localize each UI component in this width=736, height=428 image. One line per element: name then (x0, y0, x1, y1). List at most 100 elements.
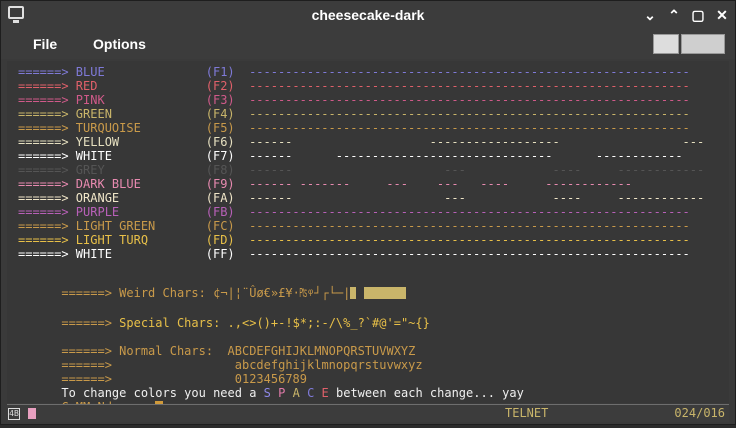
color-row-name: BLUE (75, 65, 105, 79)
special-chars: .,<>()+-!$*;:-/\%_?`#@'="~{} (227, 316, 430, 330)
color-row-code: (F5) (205, 121, 235, 135)
color-row: ======> ORANGE (FA) ------ --- ---- ------… (18, 191, 704, 205)
title-bar: cheesecake-dark ⌄ ⌃ ▢ ✕ (1, 1, 735, 31)
minimize-button[interactable]: ⌃ (667, 7, 681, 23)
color-row-name: YELLOW (75, 135, 120, 149)
color-row-dashes: ------ --- ---- ------------ (249, 163, 705, 177)
color-row-name: PURPLE (75, 205, 120, 219)
color-row: ======> DARK BLUE (F9) ------ ------- --- … (18, 177, 632, 191)
color-row-dashes: ----------------------------------------… (249, 247, 690, 261)
keyboard-status-icon: 4B (8, 408, 20, 420)
color-row-dashes: ----------------------------------------… (249, 79, 690, 93)
color-row-arrow: ======> (18, 107, 76, 121)
weird-chars: ¢¬|¦¨Ûø€»£¥·₧ᵠ┘┌└─| (213, 286, 351, 300)
color-row-arrow: ======> (18, 205, 76, 219)
color-row-code: (F3) (205, 93, 235, 107)
color-row-dashes: ----------------------------------------… (249, 121, 690, 135)
color-row-arrow: ======> (18, 93, 76, 107)
color-row-code: (F2) (205, 79, 235, 93)
status-indicator (28, 408, 36, 419)
color-row: ======> BLUE (F1) ------------------------… (18, 65, 690, 79)
weird-arrow: ======> (61, 286, 120, 300)
toolbar (653, 34, 725, 54)
color-row-arrow: ======> (18, 247, 76, 261)
space-letter: P (278, 386, 286, 400)
color-row-arrow: ======> (18, 163, 76, 177)
color-row-name: LIGHT TURQ (75, 233, 149, 247)
cursor-position: 024/016 (674, 406, 725, 420)
color-row-dashes: ----------------------------------------… (249, 219, 690, 233)
color-row: ======> WHITE (FF) -----------------------… (18, 247, 690, 261)
space-letter: C (307, 386, 315, 400)
status-bar: 4B TELNET 024/016 (7, 404, 729, 422)
color-row-arrow: ======> (18, 177, 76, 191)
color-row-code: (FC) (205, 219, 235, 233)
keyboard-icon[interactable] (681, 34, 725, 54)
color-row-dashes: ------ ------------------------------ --… (249, 149, 683, 163)
block-glyph-wide (363, 287, 406, 299)
color-row: ======> PURPLE (FB) ----------------------… (18, 205, 690, 219)
color-row-code: (F9) (205, 177, 235, 191)
color-row-name: TURQUOISE (75, 121, 141, 135)
menu-bar: File Options (1, 31, 735, 59)
menu-file[interactable]: File (33, 36, 57, 52)
block-glyph (350, 287, 357, 299)
lock-icon[interactable] (653, 34, 679, 54)
color-row-name: LIGHT GREEN (75, 219, 156, 233)
color-row-name: GREEN (75, 107, 112, 121)
color-row: ======> PINK (F3) ------------------------… (18, 93, 690, 107)
color-row-name: RED (75, 79, 98, 93)
color-row-name: WHITE (75, 247, 112, 261)
menu-options[interactable]: Options (93, 36, 146, 52)
space-letter: S (263, 386, 271, 400)
weird-label: Weird Chars: (119, 286, 206, 300)
maximize-button[interactable]: ▢ (691, 7, 705, 23)
color-row: ======> GREEN (F4) -----------------------… (18, 107, 690, 121)
message-after: between each change... yay (328, 386, 524, 400)
color-row-arrow: ======> (18, 233, 76, 247)
color-row-name: ORANGE (75, 191, 120, 205)
color-row-arrow: ======> (18, 121, 76, 135)
color-row-name: GREY (75, 163, 105, 177)
terminal-window: cheesecake-dark ⌄ ⌃ ▢ ✕ File Options ===… (0, 0, 736, 425)
color-row-arrow: ======> (18, 191, 76, 205)
color-row-arrow: ======> (18, 65, 76, 79)
color-row: ======> WHITE (F7) ------ ----------------… (18, 149, 683, 163)
color-row-dashes: ----------------------------------------… (249, 107, 690, 121)
space-letters: S P A C E (264, 386, 329, 400)
color-row-code: (FF) (205, 247, 235, 261)
color-row-code: (F4) (205, 107, 235, 121)
space-letter: A (292, 386, 300, 400)
color-row-arrow: ======> (18, 149, 76, 163)
color-row: ======> LIGHT TURQ (FD) ------------------… (18, 233, 690, 247)
color-row-code: (F7) (205, 149, 235, 163)
special-arrow: ======> (61, 316, 120, 330)
color-row: ======> GREY (F8) ------ --- ---- --------… (18, 163, 704, 177)
close-button[interactable]: ✕ (715, 7, 729, 23)
color-row: ======> TURQUOISE (F5) -------------------… (18, 121, 690, 135)
color-row-arrow: ======> (18, 79, 76, 93)
color-row-name: PINK (75, 93, 105, 107)
color-row-code: (F1) (205, 65, 235, 79)
window-title: cheesecake-dark (311, 7, 425, 23)
color-row-name: DARK BLUE (75, 177, 141, 191)
color-row-dashes: ----------------------------------------… (249, 93, 690, 107)
terminal-screen[interactable]: ======> BLUE (F1) ------------------------… (7, 61, 729, 414)
color-row-dashes: ----------------------------------------… (249, 205, 690, 219)
color-row-code: (FD) (205, 233, 235, 247)
color-row-arrow: ======> (18, 219, 76, 233)
color-row: ======> YELLOW (F6) ------ ---------------… (18, 135, 704, 149)
color-row-code: (FB) (205, 205, 235, 219)
color-row-dashes: ------ ------------------ --- (249, 135, 705, 149)
shade-button[interactable]: ⌄ (643, 7, 657, 23)
session-type: TELNET (505, 406, 549, 420)
color-row-name: WHITE (75, 149, 112, 163)
color-row-dashes: ----------------------------------------… (249, 65, 690, 79)
color-row-arrow: ======> (18, 135, 76, 149)
color-row-code: (F8) (205, 163, 235, 177)
color-row-dashes: ------ --- ---- ------------ (249, 191, 705, 205)
color-row: ======> RED (F2) -------------------------… (18, 79, 690, 93)
color-row-code: (F6) (205, 135, 235, 149)
color-row-code: (FA) (205, 191, 235, 205)
special-label: Special Chars: (119, 316, 221, 330)
